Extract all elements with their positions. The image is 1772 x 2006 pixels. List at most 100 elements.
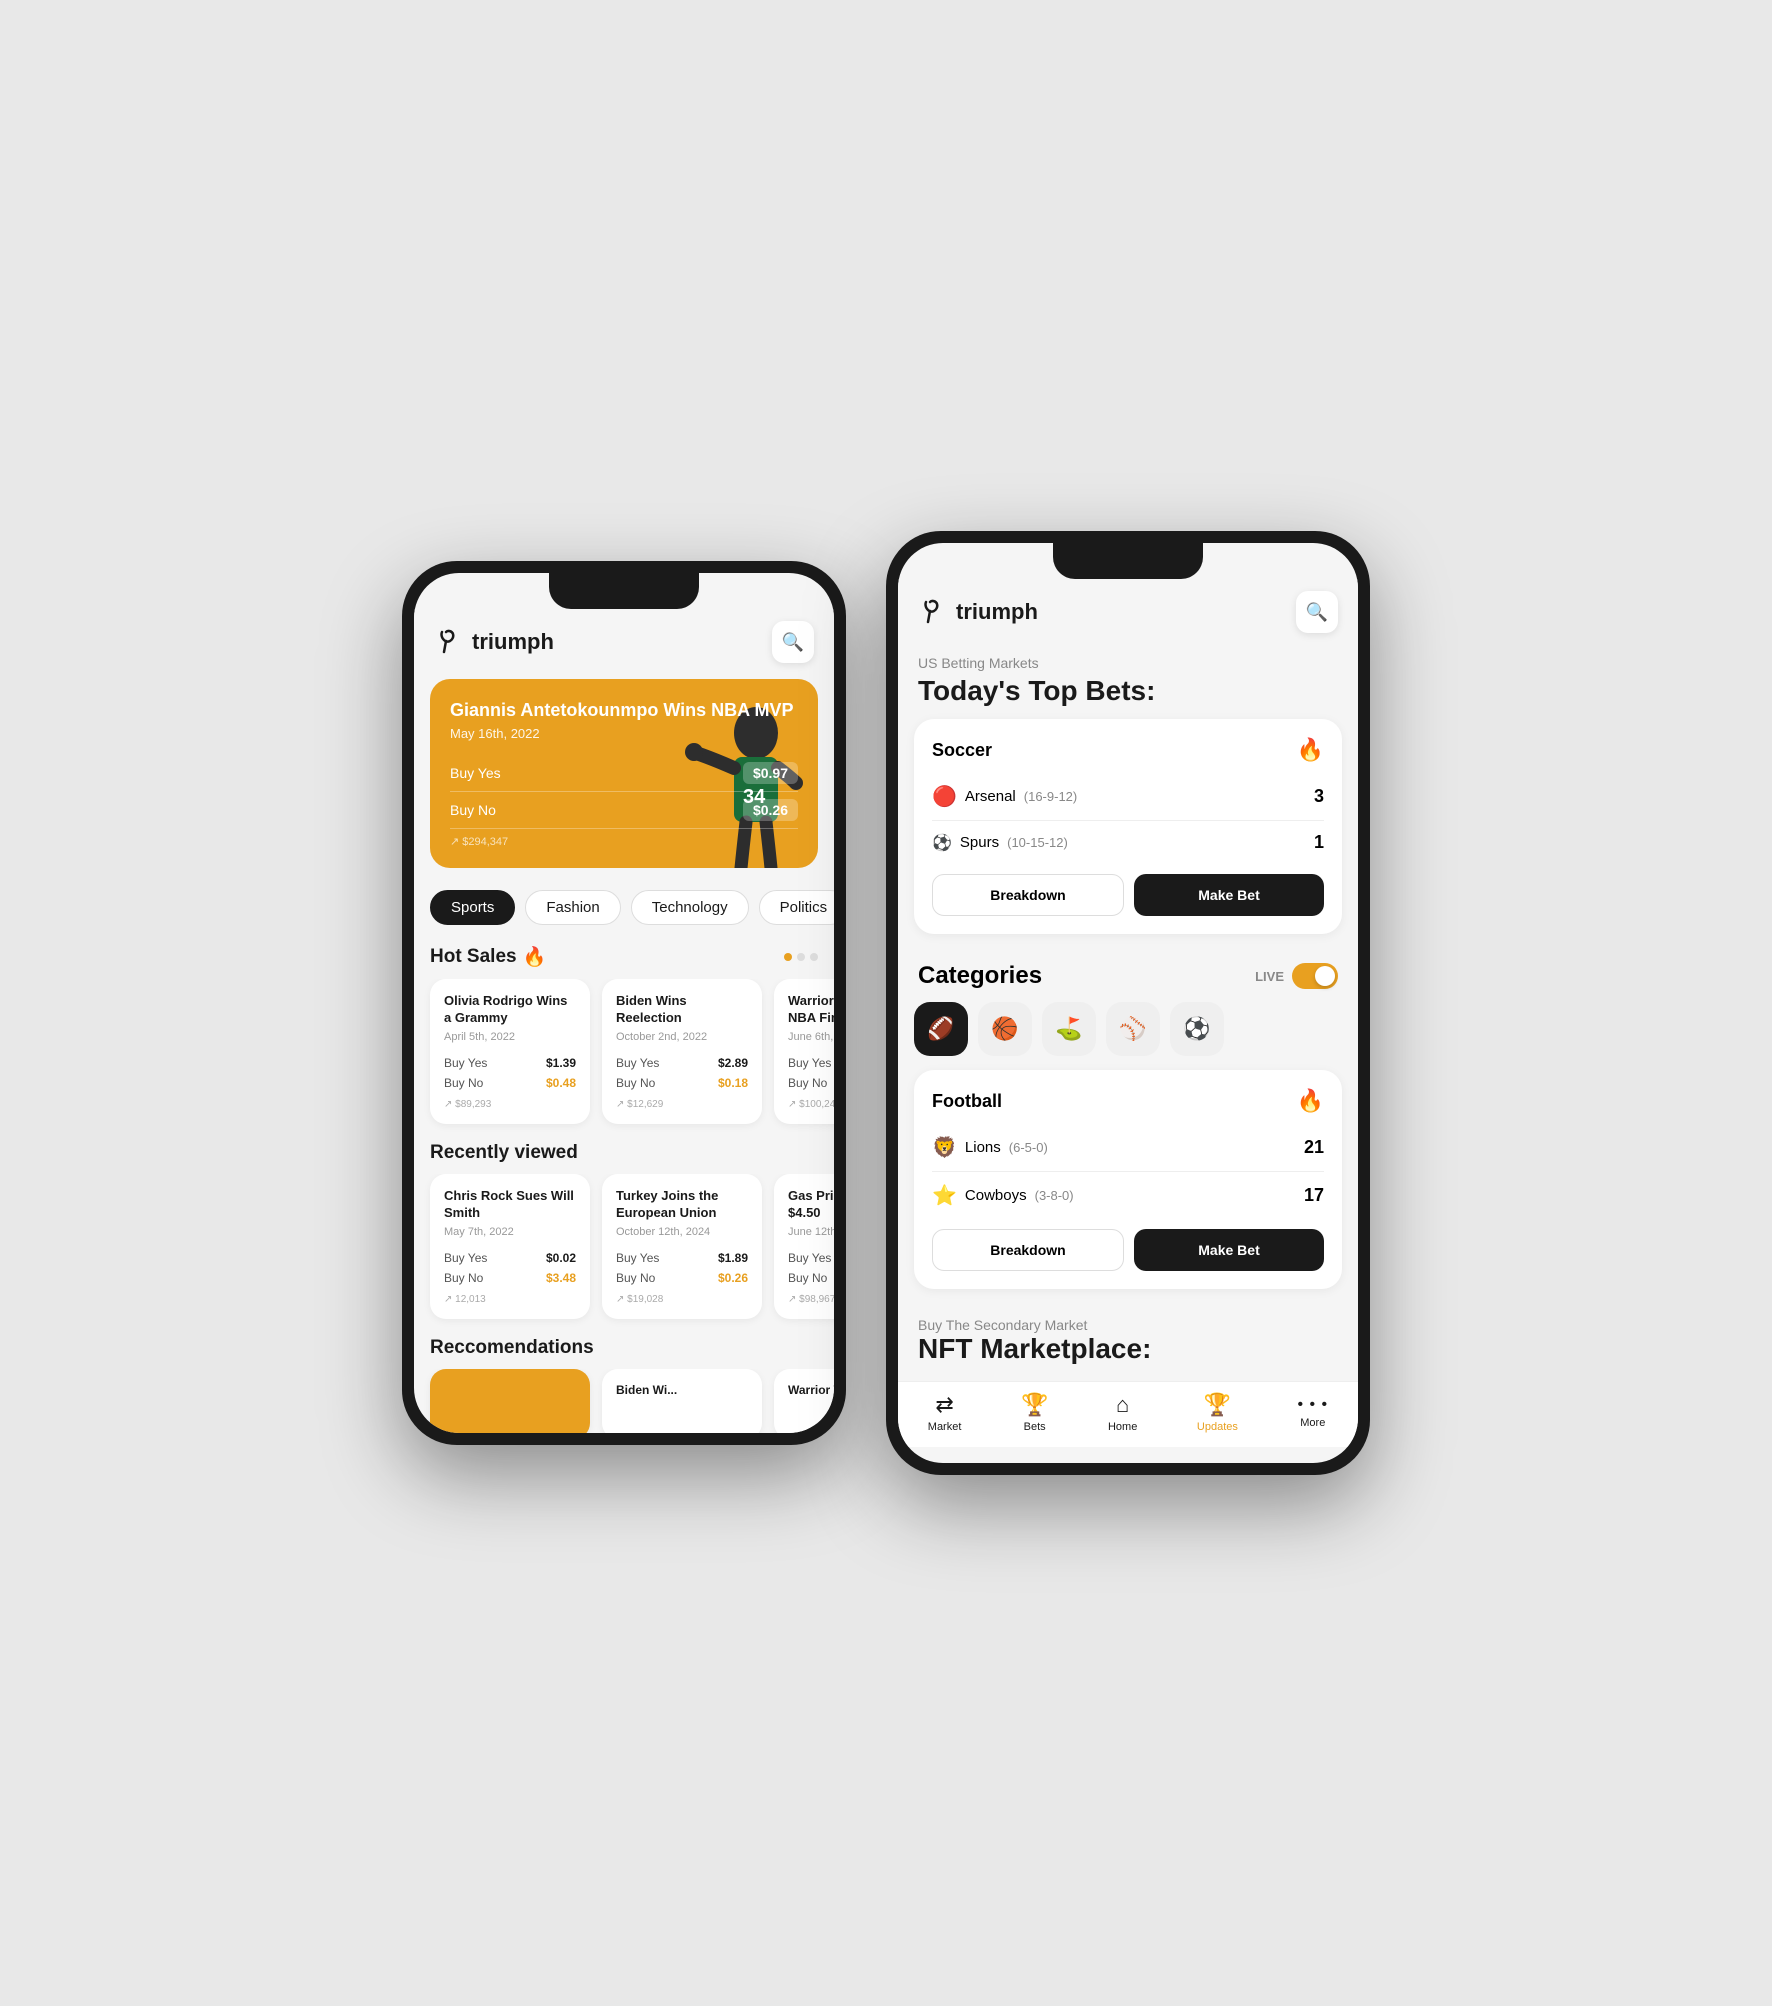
hot-c2-buy-no: Buy No — [616, 1076, 655, 1090]
logo-icon-1 — [434, 626, 466, 658]
recently-viewed-header: Recently viewed — [414, 1136, 834, 1174]
recently-viewed-cards: Chris Rock Sues Will Smith May 7th, 2022… — [414, 1174, 834, 1331]
hero-buy-yes-row: Buy Yes $0.97 — [450, 755, 798, 792]
rv-c2-yes-amt: $1.89 — [718, 1251, 748, 1265]
sport-icon-soccer[interactable]: ⚽ — [1170, 1002, 1224, 1056]
nav-bets-2[interactable]: 🏆 Bets — [1021, 1392, 1048, 1433]
hot-card-1[interactable]: Olivia Rodrigo Wins a Grammy April 5th, … — [430, 979, 590, 1124]
nav-market-2[interactable]: ⇄ Market — [928, 1392, 962, 1433]
rec-card-2[interactable]: Biden Wi... — [602, 1369, 762, 1433]
spurs-record: (10-15-12) — [1007, 835, 1068, 850]
sport-icon-golf[interactable]: ⛳ — [1042, 1002, 1096, 1056]
spurs-score: 1 — [1314, 832, 1324, 853]
hero-banner: Giannis Antetokounmpo Wins NBA MVP May 1… — [430, 679, 818, 868]
dot-1 — [784, 953, 792, 961]
search-button-1[interactable]: 🔍 — [772, 621, 814, 663]
arsenal-icon: 🔴 — [932, 784, 957, 809]
nft-title: NFT Marketplace: — [918, 1333, 1338, 1365]
rv-c1-buy-no: Buy No — [444, 1271, 483, 1285]
dot-3 — [810, 953, 818, 961]
toggle-switch[interactable] — [1292, 963, 1338, 989]
basketball-sport-icon: 🏀 — [991, 1016, 1018, 1042]
hot-card-3-title: Warriors Win the NBA Finals — [788, 993, 834, 1027]
soccer-bet-actions: Breakdown Make Bet — [932, 874, 1324, 916]
hero-title: Giannis Antetokounmpo Wins NBA MVP — [450, 699, 798, 722]
soccer-card: Soccer 🔥 🔴 Arsenal (16-9-12) 3 ⚽ Spurs — [914, 719, 1342, 934]
cowboys-score: 17 — [1304, 1185, 1324, 1206]
sport-icons-row: 🏈 🏀 ⛳ ⚾ ⚽ — [898, 1002, 1358, 1070]
hero-buy-yes-label: Buy Yes — [450, 765, 501, 781]
football-sport-label: Football — [932, 1091, 1002, 1112]
rv-c3-date: June 12th, 2022 — [788, 1226, 834, 1238]
nav-bets-label-2: Bets — [1024, 1421, 1046, 1433]
soccer-breakdown-btn[interactable]: Breakdown — [932, 874, 1124, 916]
categories-title: Categories — [918, 962, 1042, 990]
rv-c1-date: May 7th, 2022 — [444, 1226, 576, 1238]
phone-1: triumph 🔍 Giannis Antetokounmpo Wins NBA… — [402, 561, 846, 1445]
hero-no-amount: $0.26 — [743, 799, 798, 821]
recently-viewed-title: Recently viewed — [430, 1142, 578, 1164]
sport-icon-baseball[interactable]: ⚾ — [1106, 1002, 1160, 1056]
hot-c2-total: ↗ $12,629 — [616, 1099, 748, 1110]
hot-c3-total: ↗ $100,245 — [788, 1099, 834, 1110]
recommendations-cards: Biden Wi... Warrior Wi... — [414, 1369, 834, 1433]
logo-icon-2 — [918, 596, 950, 628]
nav-bar-2: ⇄ Market 🏆 Bets ⌂ Home 🏆 Updates • • • — [898, 1381, 1358, 1447]
hot-card-2[interactable]: Biden Wins Reelection October 2nd, 2022 … — [602, 979, 762, 1124]
rv-c3-title: Gas Prices Exceed $4.50 — [788, 1188, 834, 1222]
hot-c1-buy-yes: Buy Yes — [444, 1056, 487, 1070]
live-label: LIVE — [1255, 969, 1284, 984]
cat-tab-sports[interactable]: Sports — [430, 890, 515, 925]
recommendations-header: Reccomendations — [414, 1331, 834, 1369]
rec-c3-title: Warrior Wi... — [788, 1383, 834, 1399]
hero-buy-no-label: Buy No — [450, 802, 496, 818]
sport-icon-basketball[interactable]: 🏀 — [978, 1002, 1032, 1056]
rv-card-1[interactable]: Chris Rock Sues Will Smith May 7th, 2022… — [430, 1174, 590, 1319]
cat-tab-fashion[interactable]: Fashion — [525, 890, 620, 925]
soccer-makebet-btn[interactable]: Make Bet — [1134, 874, 1324, 916]
soccer-fire-icon: 🔥 — [1297, 737, 1324, 763]
soccer-card-header: Soccer 🔥 — [932, 737, 1324, 763]
search-button-2[interactable]: 🔍 — [1296, 591, 1338, 633]
nft-subtitle: Buy The Secondary Market — [918, 1317, 1338, 1333]
hot-card-1-date: April 5th, 2022 — [444, 1031, 576, 1043]
nav-updates-2[interactable]: 🏆 Updates — [1197, 1392, 1238, 1433]
football-fire-icon: 🔥 — [1297, 1088, 1324, 1114]
cowboys-record: (3-8-0) — [1035, 1188, 1074, 1203]
hero-date: May 16th, 2022 — [450, 726, 798, 741]
cat-tab-technology[interactable]: Technology — [631, 890, 749, 925]
hot-c3-buy-yes: Buy Yes — [788, 1056, 831, 1070]
lions-record: (6-5-0) — [1009, 1140, 1048, 1155]
updates-icon-2: 🏆 — [1204, 1392, 1231, 1418]
team-arsenal: 🔴 Arsenal (16-9-12) 3 — [932, 777, 1324, 816]
rec-card-1[interactable] — [430, 1369, 590, 1433]
logo-1: triumph — [434, 626, 554, 658]
rv-card-2[interactable]: Turkey Joins the European Union October … — [602, 1174, 762, 1319]
rv-c3-buy-no: Buy No — [788, 1271, 827, 1285]
live-toggle[interactable]: LIVE — [1255, 963, 1338, 989]
rv-c2-title: Turkey Joins the European Union — [616, 1188, 748, 1222]
hero-buy-no-row: Buy No $0.26 — [450, 792, 798, 829]
hot-c1-yes-amt: $1.39 — [546, 1056, 576, 1070]
subtitle-label: US Betting Markets — [898, 641, 1358, 671]
hot-sales-cards: Olivia Rodrigo Wins a Grammy April 5th, … — [414, 979, 834, 1136]
cat-tab-politics[interactable]: Politics — [759, 890, 834, 925]
hot-sales-title: Hot Sales 🔥 — [430, 945, 546, 969]
football-breakdown-btn[interactable]: Breakdown — [932, 1229, 1124, 1271]
header-2: triumph 🔍 — [898, 579, 1358, 641]
nav-more-2[interactable]: • • • More — [1297, 1396, 1328, 1429]
hero-total: ↗ $294,347 — [450, 835, 798, 848]
rv-c1-buy-yes: Buy Yes — [444, 1251, 487, 1265]
sport-icon-football[interactable]: 🏈 — [914, 1002, 968, 1056]
rv-c1-title: Chris Rock Sues Will Smith — [444, 1188, 576, 1222]
rv-c3-buy-yes: Buy Yes — [788, 1251, 831, 1265]
arsenal-record: (16-9-12) — [1024, 789, 1077, 804]
hot-card-3[interactable]: Warriors Win the NBA Finals June 6th, 20… — [774, 979, 834, 1124]
football-card-header: Football 🔥 — [932, 1088, 1324, 1114]
rv-card-3[interactable]: Gas Prices Exceed $4.50 June 12th, 2022 … — [774, 1174, 834, 1319]
nav-home-2[interactable]: ⌂ Home — [1108, 1392, 1137, 1433]
hot-c2-yes-amt: $2.89 — [718, 1056, 748, 1070]
rv-c2-total: ↗ $19,028 — [616, 1294, 748, 1305]
rec-card-3[interactable]: Warrior Wi... — [774, 1369, 834, 1433]
football-makebet-btn[interactable]: Make Bet — [1134, 1229, 1324, 1271]
